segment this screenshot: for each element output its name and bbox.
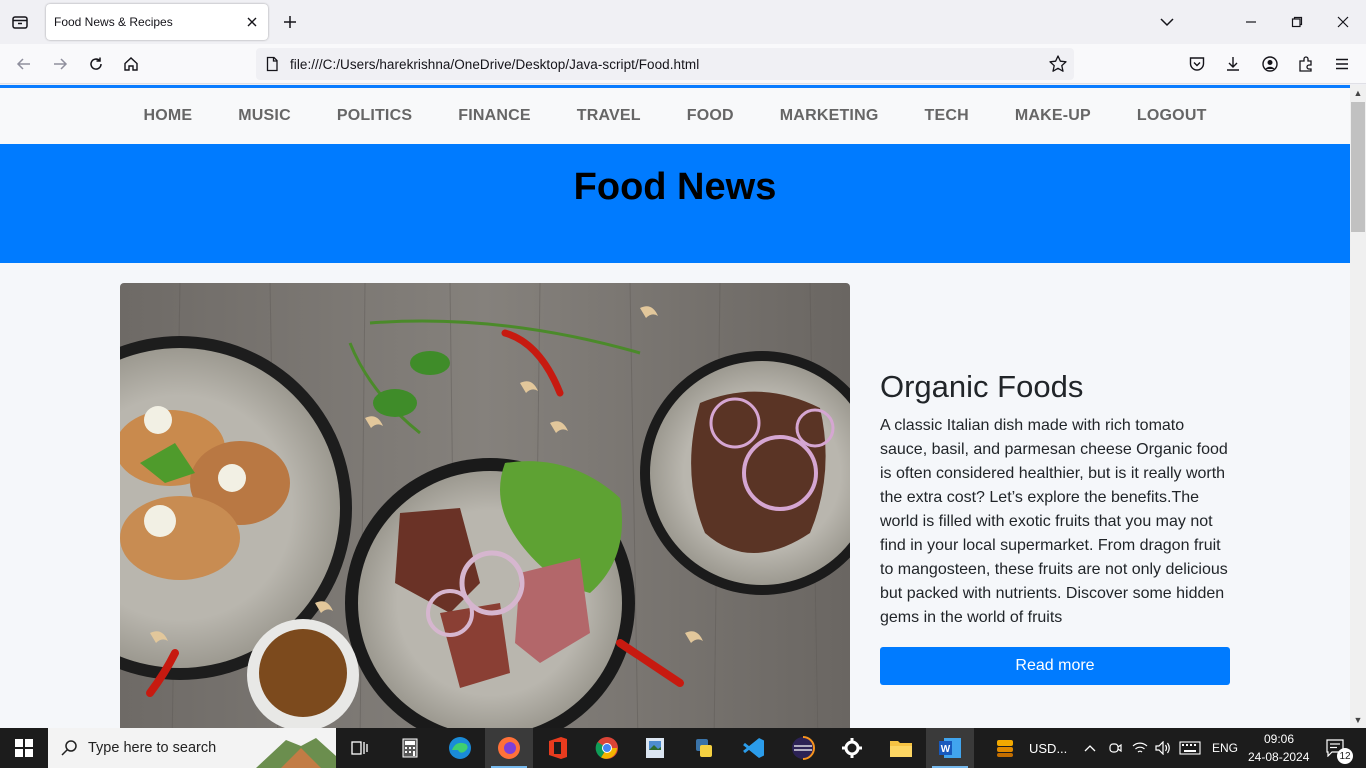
photo-viewer-icon[interactable] — [631, 728, 679, 768]
svg-text:W: W — [941, 744, 951, 755]
extensions-icon[interactable] — [1294, 52, 1318, 76]
url-bar[interactable]: file:///C:/Users/harekrishna/OneDrive/De… — [256, 48, 1074, 80]
bookmark-star-icon[interactable] — [1048, 54, 1068, 74]
downloads-icon[interactable] — [1221, 52, 1245, 76]
weather-text[interactable]: USD... — [1029, 741, 1067, 756]
volume-icon[interactable] — [1151, 728, 1175, 768]
tab-title: Food News & Recipes — [54, 15, 173, 29]
eclipse-icon[interactable] — [779, 728, 827, 768]
page-viewport: HOME MUSIC POLITICS FINANCE TRAVEL FOOD … — [0, 88, 1350, 728]
meet-now-icon[interactable] — [1104, 728, 1126, 768]
vertical-scrollbar[interactable]: ▲ ▼ — [1350, 85, 1366, 728]
firefox-icon[interactable] — [485, 728, 533, 768]
search-placeholder: Type here to search — [88, 740, 217, 756]
scroll-thumb[interactable] — [1351, 102, 1365, 232]
article-title: Organic Foods — [880, 369, 1084, 404]
list-all-tabs-icon[interactable] — [1153, 8, 1181, 36]
close-window-icon[interactable] — [1329, 8, 1357, 36]
office-icon[interactable] — [534, 728, 582, 768]
task-view-icon[interactable] — [336, 728, 384, 768]
site-navigation: HOME MUSIC POLITICS FINANCE TRAVEL FOOD … — [0, 88, 1350, 144]
taskbar-search[interactable]: Type here to search — [48, 728, 336, 768]
tab-list-icon[interactable] — [8, 10, 32, 34]
python-icon[interactable] — [680, 728, 728, 768]
weather-stock-icon[interactable] — [985, 728, 1025, 768]
browser-tab-bar: Food News & Recipes — [0, 0, 1366, 44]
article-text: A classic Italian dish made with rich to… — [880, 417, 1228, 626]
chevron-up-icon[interactable] — [1078, 728, 1102, 768]
pocket-icon[interactable] — [1185, 52, 1209, 76]
article-card: Organic Foods A classic Italian dish mad… — [880, 368, 1240, 630]
nav-music[interactable]: MUSIC — [215, 107, 314, 125]
edge-icon[interactable] — [436, 728, 484, 768]
language-indicator[interactable]: ENG — [1212, 741, 1238, 755]
file-icon — [264, 56, 280, 72]
restore-icon[interactable] — [1283, 8, 1311, 36]
url-text: file:///C:/Users/harekrishna/OneDrive/De… — [290, 56, 700, 72]
food-photo — [120, 283, 850, 728]
search-highlight-icon — [256, 738, 336, 768]
calculator-icon[interactable] — [386, 728, 434, 768]
browser-toolbar: file:///C:/Users/harekrishna/OneDrive/De… — [0, 44, 1366, 84]
scroll-down-icon[interactable]: ▼ — [1350, 712, 1366, 728]
read-more-button[interactable]: Read more — [880, 647, 1230, 685]
nav-travel[interactable]: TRAVEL — [554, 107, 664, 125]
notification-count-badge: 12 — [1337, 748, 1353, 764]
hero-banner: Food News — [0, 144, 1350, 263]
browser-tab[interactable]: Food News & Recipes — [46, 4, 268, 40]
back-icon[interactable] — [12, 52, 36, 76]
notifications-icon[interactable]: 12 — [1318, 728, 1354, 768]
scroll-up-icon[interactable]: ▲ — [1350, 85, 1366, 101]
wifi-icon[interactable] — [1128, 728, 1152, 768]
settings-gear-icon[interactable] — [828, 728, 876, 768]
home-icon[interactable] — [119, 52, 143, 76]
menu-icon[interactable] — [1330, 52, 1354, 76]
search-icon — [61, 740, 77, 756]
keyboard-icon[interactable] — [1176, 728, 1204, 768]
nav-tech[interactable]: TECH — [901, 107, 991, 125]
page-title: Food News — [573, 166, 777, 208]
nav-make-up[interactable]: MAKE-UP — [992, 107, 1114, 125]
windows-taskbar: Type here to search W USD... ENG 09:06 2… — [0, 728, 1366, 768]
file-explorer-icon[interactable] — [877, 728, 925, 768]
minimize-icon[interactable] — [1237, 8, 1265, 36]
nav-home[interactable]: HOME — [120, 107, 215, 125]
close-tab-icon[interactable] — [244, 14, 260, 30]
forward-icon[interactable] — [48, 52, 72, 76]
nav-marketing[interactable]: MARKETING — [757, 107, 902, 125]
clock-time[interactable]: 09:06 — [1264, 732, 1294, 746]
account-icon[interactable] — [1258, 52, 1282, 76]
vscode-icon[interactable] — [730, 728, 778, 768]
nav-finance[interactable]: FINANCE — [435, 107, 554, 125]
nav-politics[interactable]: POLITICS — [314, 107, 435, 125]
new-tab-icon[interactable] — [280, 12, 300, 32]
nav-food[interactable]: FOOD — [664, 107, 757, 125]
clock-date[interactable]: 24-08-2024 — [1248, 750, 1309, 764]
chrome-icon[interactable] — [583, 728, 631, 768]
windows-start-icon[interactable] — [0, 728, 48, 768]
nav-logout[interactable]: LOGOUT — [1114, 107, 1230, 125]
reload-icon[interactable] — [84, 52, 108, 76]
word-icon[interactable]: W — [926, 728, 974, 768]
